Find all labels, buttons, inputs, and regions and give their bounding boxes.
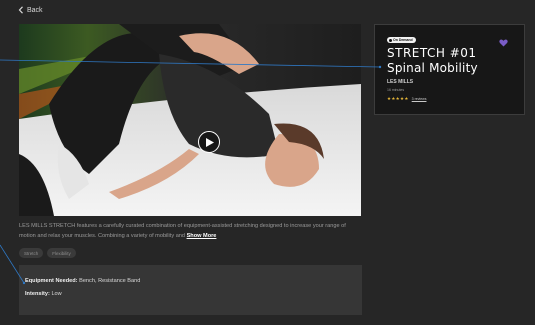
equipment-value: Bench, Resistance Band: [79, 278, 141, 284]
back-label: Back: [27, 6, 43, 14]
brand-label: LES MILLS: [387, 79, 414, 85]
intensity-value: Low: [51, 291, 62, 297]
intensity: Intensity: Low: [25, 291, 362, 297]
equipment-needed: Equipment Needed: Bench, Resistance Band: [25, 278, 362, 284]
on-demand-badge: On Demand: [387, 37, 416, 43]
workout-description: LES MILLS STRETCH features a carefully c…: [19, 222, 364, 241]
badge-dot-icon: [389, 38, 392, 42]
play-icon: [206, 137, 214, 147]
equipment-panel: Equipment Needed: Bench, Resistance Band…: [19, 265, 362, 315]
heart-icon[interactable]: [499, 39, 508, 47]
play-button[interactable]: [198, 131, 220, 153]
star-rating-icon: ★★★★★: [387, 96, 409, 101]
reviews-link[interactable]: 3 reviews: [412, 97, 427, 101]
description-text: LES MILLS STRETCH features a carefully c…: [19, 223, 346, 239]
show-more-link[interactable]: Show More: [187, 233, 217, 239]
workout-title: STRETCH #01: [387, 46, 477, 60]
equipment-label: Equipment Needed:: [25, 278, 78, 284]
video-thumbnail: [19, 24, 361, 216]
intensity-label: Intensity:: [25, 291, 50, 297]
rating: ★★★★★ 3 reviews: [387, 96, 426, 102]
badge-label: On Demand: [393, 38, 413, 42]
duration-label: 16 minutes: [387, 88, 405, 92]
tag-flexibility[interactable]: Flexibility: [47, 248, 76, 258]
video-player[interactable]: [19, 24, 361, 216]
tag-list: Stretch Flexibility: [19, 248, 76, 258]
tag-stretch[interactable]: Stretch: [19, 248, 44, 258]
workout-subtitle: Spinal Mobility: [387, 61, 478, 75]
back-button[interactable]: Back: [18, 6, 43, 14]
workout-info-card: On Demand STRETCH #01 Spinal Mobility LE…: [374, 24, 525, 115]
chevron-left-icon: [18, 6, 23, 14]
